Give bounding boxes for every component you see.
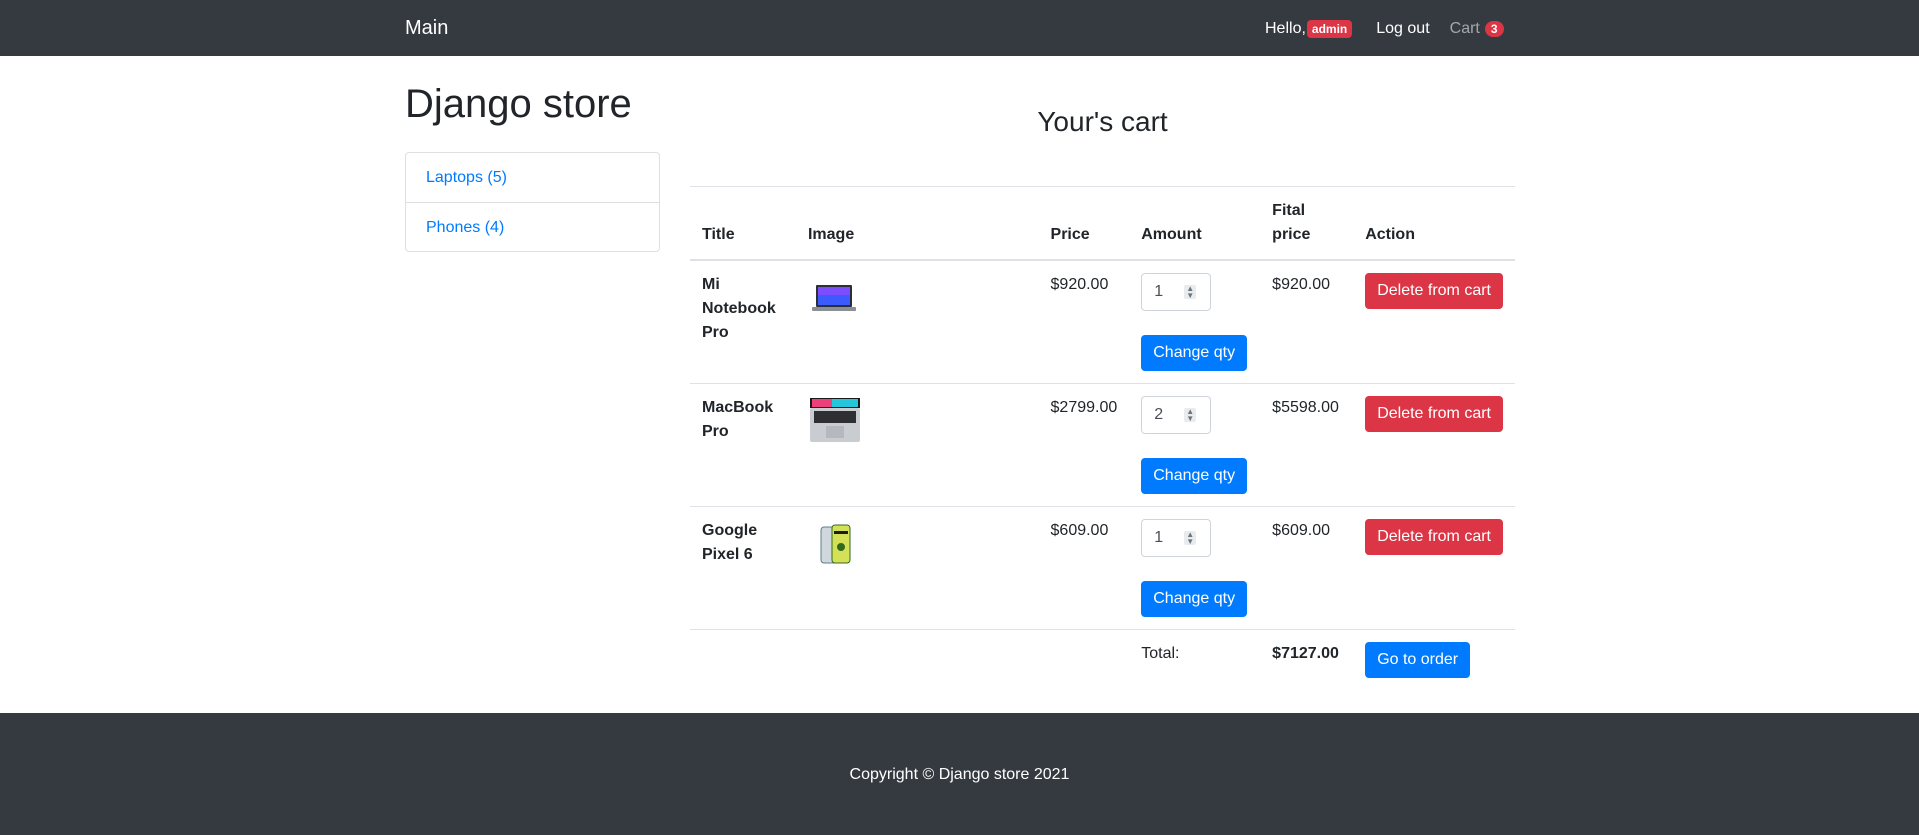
quantity-value: 2 xyxy=(1154,406,1164,423)
column-header-amount: Amount xyxy=(1129,186,1261,261)
copyright-text: Copyright © Django store 2021 xyxy=(849,766,1070,783)
laptop-thumbnail xyxy=(809,398,860,442)
category-list: Laptops (5) Phones (4) xyxy=(405,152,660,252)
item-title: MacBook Pro xyxy=(690,383,796,507)
order-cell: Go to order xyxy=(1353,629,1515,690)
quantity-stepper[interactable]: 1 ▲ ▼ xyxy=(1141,273,1212,311)
quantity-value: 1 xyxy=(1154,283,1164,300)
item-action-cell: Delete from cart xyxy=(1353,383,1515,507)
item-final-price: $5598.00 xyxy=(1260,383,1354,507)
cart-link-label: Cart xyxy=(1449,20,1480,37)
quantity-stepper[interactable]: 1 ▲ ▼ xyxy=(1141,519,1212,557)
item-title: Google Pixel 6 xyxy=(690,506,796,630)
delete-from-cart-button[interactable]: Delete from cart xyxy=(1365,396,1503,432)
table-row: Mi Notebook Pro $920.00 1 ▲ ▼ Change qty … xyxy=(690,259,1515,384)
item-final-price: $609.00 xyxy=(1260,506,1354,630)
hello-text: Hello, xyxy=(1265,20,1306,37)
table-row: MacBook Pro $2799.00 2 ▲ ▼ Change qty $5… xyxy=(690,383,1515,507)
column-header-image: Image xyxy=(795,186,1039,261)
cart-count-badge: 3 xyxy=(1484,21,1504,37)
spinner-arrows-icon[interactable]: ▲ ▼ xyxy=(1184,531,1197,546)
total-value: $7127.00 xyxy=(1260,629,1354,690)
cart-table: Title Image Price Amount Fital price Act… xyxy=(690,186,1515,690)
table-row: Google Pixel 6 $609.00 1 ▲ ▼ Change qty $… xyxy=(690,506,1515,630)
phone-thumbnail xyxy=(820,524,851,564)
item-amount-cell: 2 ▲ ▼ Change qty xyxy=(1129,383,1261,507)
cart-heading: Your's cart xyxy=(1037,106,1168,137)
brand-link[interactable]: Main xyxy=(405,17,448,40)
cart-link[interactable]: Cart 3 xyxy=(1450,20,1504,38)
delete-from-cart-button[interactable]: Delete from cart xyxy=(1365,273,1503,309)
total-label: Total: xyxy=(1129,629,1261,690)
empty-cell xyxy=(795,629,1039,690)
change-qty-button[interactable]: Change qty xyxy=(1141,335,1248,371)
nav-right: Hello, admin Log out Cart 3 xyxy=(1265,18,1504,40)
item-image-cell xyxy=(795,383,1039,507)
category-phones[interactable]: Phones (4) xyxy=(406,202,659,251)
laptop-thumbnail xyxy=(811,285,856,311)
item-image-cell xyxy=(795,259,1039,384)
item-action-cell: Delete from cart xyxy=(1353,506,1515,630)
column-header-title: Title xyxy=(690,186,796,261)
column-header-action: Action xyxy=(1353,186,1515,261)
item-title: Mi Notebook Pro xyxy=(690,259,796,384)
empty-cell xyxy=(1038,629,1130,690)
site-title: Django store xyxy=(405,82,632,126)
delete-from-cart-button[interactable]: Delete from cart xyxy=(1365,519,1503,555)
change-qty-button[interactable]: Change qty xyxy=(1141,458,1248,494)
go-to-order-button[interactable]: Go to order xyxy=(1365,642,1471,678)
change-qty-button[interactable]: Change qty xyxy=(1141,581,1248,617)
spinner-arrows-icon[interactable]: ▲ ▼ xyxy=(1184,285,1197,300)
item-image-cell xyxy=(795,506,1039,630)
item-price: $2799.00 xyxy=(1038,383,1130,507)
column-header-final-price: Fital price xyxy=(1260,186,1354,261)
item-amount-cell: 1 ▲ ▼ Change qty xyxy=(1129,259,1261,384)
quantity-stepper[interactable]: 2 ▲ ▼ xyxy=(1141,396,1212,434)
table-header-row: Title Image Price Amount Fital price Act… xyxy=(690,186,1515,261)
item-action-cell: Delete from cart xyxy=(1353,259,1515,384)
item-final-price: $920.00 xyxy=(1260,259,1354,384)
top-navbar: Main Hello, admin Log out Cart 3 xyxy=(0,0,1919,56)
logout-link[interactable]: Log out xyxy=(1376,20,1429,38)
category-laptops[interactable]: Laptops (5) xyxy=(406,153,659,202)
total-row: Total: $7127.00 Go to order xyxy=(690,629,1515,690)
item-amount-cell: 1 ▲ ▼ Change qty xyxy=(1129,506,1261,630)
spinner-arrows-icon[interactable]: ▲ ▼ xyxy=(1184,408,1197,423)
quantity-value: 1 xyxy=(1154,529,1164,546)
empty-cell xyxy=(690,629,796,690)
item-price: $609.00 xyxy=(1038,506,1130,630)
footer: Copyright © Django store 2021 xyxy=(0,713,1919,835)
item-price: $920.00 xyxy=(1038,259,1130,384)
username-badge: admin xyxy=(1306,20,1353,38)
column-header-price: Price xyxy=(1038,186,1130,261)
